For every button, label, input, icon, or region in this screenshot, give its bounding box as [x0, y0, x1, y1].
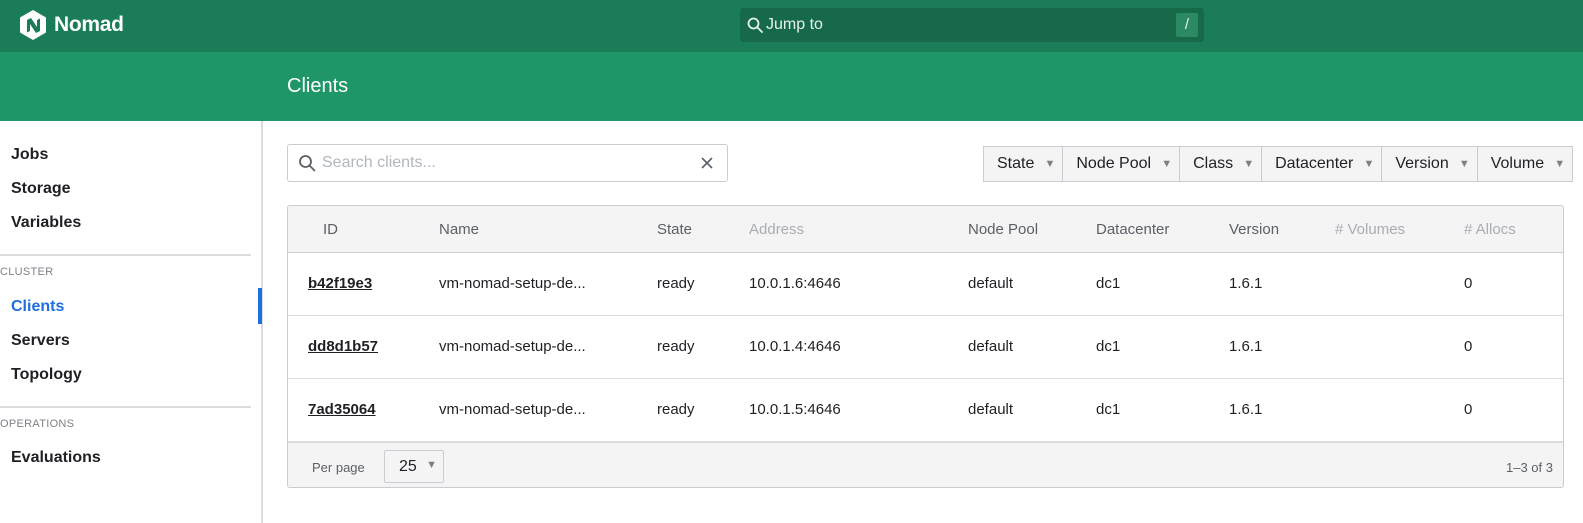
cell-address: 10.0.1.6:4646: [749, 275, 841, 292]
active-indicator: [258, 288, 262, 324]
caret-down-icon: ▼: [1243, 158, 1255, 170]
per-page-label: Per page: [312, 460, 365, 475]
sidebar-item-topology[interactable]: Topology: [11, 366, 82, 384]
client-id-link[interactable]: 7ad35064: [308, 401, 376, 418]
table-footer: Per page 25 ▼ 1–3 of 3: [288, 442, 1563, 487]
caret-down-icon: ▼: [1363, 158, 1375, 170]
filter-label: Node Pool: [1076, 155, 1152, 172]
jump-shortcut-key: /: [1176, 13, 1198, 37]
cell-state: ready: [657, 275, 695, 292]
filter-class-dropdown[interactable]: Class ▼: [1180, 146, 1263, 182]
nomad-logo-icon: [20, 10, 46, 40]
sidebar-item-servers[interactable]: Servers: [11, 332, 70, 350]
cell-node-pool: default: [968, 401, 1014, 418]
search-icon: [747, 17, 763, 33]
column-header-id[interactable]: ID: [323, 221, 338, 238]
page-header: Clients: [0, 52, 1583, 121]
clients-table: ID Name State Address Node Pool Datacent…: [287, 205, 1564, 488]
caret-down-icon: ▼: [1044, 158, 1056, 170]
column-header-allocs: # Allocs: [1464, 221, 1516, 238]
cell-name: vm-nomad-setup-de...: [439, 275, 586, 292]
pagination-range: 1–3 of 3: [1506, 460, 1553, 475]
table-row[interactable]: b42f19e3 vm-nomad-setup-de... ready 10.0…: [288, 253, 1563, 316]
cell-address: 10.0.1.5:4646: [749, 401, 841, 418]
cell-allocs: 0: [1464, 275, 1473, 292]
cell-node-pool: default: [968, 338, 1014, 355]
caret-down-icon: ▼: [1458, 158, 1470, 170]
filter-volume-dropdown[interactable]: Volume ▼: [1477, 146, 1574, 182]
search-icon: [299, 155, 316, 172]
per-page-select[interactable]: 25 ▼: [384, 450, 444, 483]
cell-version: 1.6.1: [1229, 338, 1263, 355]
table-row[interactable]: dd8d1b57 vm-nomad-setup-de... ready 10.0…: [288, 316, 1563, 379]
column-header-state[interactable]: State: [657, 221, 692, 238]
per-page-value: 25: [399, 458, 417, 475]
cell-name: vm-nomad-setup-de...: [439, 401, 586, 418]
sidebar-item-jobs[interactable]: Jobs: [11, 146, 48, 164]
jump-to-search[interactable]: Jump to /: [740, 8, 1204, 42]
sidebar-divider: [0, 406, 251, 408]
filter-datacenter-dropdown[interactable]: Datacenter ▼: [1262, 146, 1383, 182]
cell-allocs: 0: [1464, 338, 1473, 355]
sidebar-divider: [0, 254, 251, 256]
filter-state-dropdown[interactable]: State ▼: [983, 146, 1064, 182]
filter-label: Class: [1193, 155, 1234, 172]
brand-name: Nomad: [54, 13, 124, 36]
column-header-node-pool[interactable]: Node Pool: [968, 221, 1038, 238]
table-row[interactable]: 7ad35064 vm-nomad-setup-de... ready 10.0…: [288, 379, 1563, 442]
sidebar: Jobs Storage Variables CLUSTER Clients S…: [0, 121, 263, 523]
filter-label: Version: [1395, 155, 1449, 172]
column-header-datacenter[interactable]: Datacenter: [1096, 221, 1169, 238]
sidebar-item-storage[interactable]: Storage: [11, 180, 71, 198]
cell-node-pool: default: [968, 275, 1014, 292]
client-id-link[interactable]: b42f19e3: [308, 275, 372, 292]
search-input[interactable]: [322, 151, 692, 175]
page-title: Clients: [287, 75, 349, 97]
cell-datacenter: dc1: [1096, 401, 1121, 418]
column-header-volumes: # Volumes: [1335, 221, 1406, 238]
cell-version: 1.6.1: [1229, 401, 1263, 418]
filter-label: Datacenter: [1275, 155, 1354, 172]
brand-home-link[interactable]: Nomad: [20, 10, 124, 40]
cell-state: ready: [657, 401, 695, 418]
caret-down-icon: ▼: [1554, 158, 1566, 170]
filter-node-pool-dropdown[interactable]: Node Pool ▼: [1063, 146, 1181, 182]
client-id-link[interactable]: dd8d1b57: [308, 338, 378, 355]
column-header-name[interactable]: Name: [439, 221, 479, 238]
caret-down-icon: ▼: [426, 459, 437, 471]
column-header-address: Address: [749, 221, 805, 238]
filter-label: State: [997, 155, 1035, 172]
sidebar-item-evaluations[interactable]: Evaluations: [11, 449, 101, 467]
filter-bar: State ▼ Node Pool ▼ Class ▼ Datacenter ▼ Ver…: [983, 146, 1574, 182]
cell-datacenter: dc1: [1096, 275, 1121, 292]
filter-version-dropdown[interactable]: Version ▼: [1382, 146, 1478, 182]
cell-name: vm-nomad-setup-de...: [439, 338, 586, 355]
table-header: ID Name State Address Node Pool Datacent…: [288, 206, 1563, 253]
sidebar-item-variables[interactable]: Variables: [11, 214, 81, 232]
sidebar-item-clients[interactable]: Clients: [11, 298, 64, 316]
cell-address: 10.0.1.4:4646: [749, 338, 841, 355]
sidebar-section-cluster: CLUSTER: [0, 266, 54, 278]
top-navigation-bar: Nomad Jump to /: [0, 0, 1583, 52]
jump-to-label: Jump to: [766, 16, 823, 33]
search-clients-box: [287, 144, 728, 182]
column-header-version[interactable]: Version: [1229, 221, 1279, 238]
close-icon[interactable]: [699, 155, 715, 171]
caret-down-icon: ▼: [1161, 158, 1173, 170]
cell-state: ready: [657, 338, 695, 355]
sidebar-section-operations: OPERATIONS: [0, 418, 75, 430]
filter-label: Volume: [1490, 155, 1545, 172]
cell-datacenter: dc1: [1096, 338, 1121, 355]
cell-version: 1.6.1: [1229, 275, 1263, 292]
cell-allocs: 0: [1464, 401, 1473, 418]
